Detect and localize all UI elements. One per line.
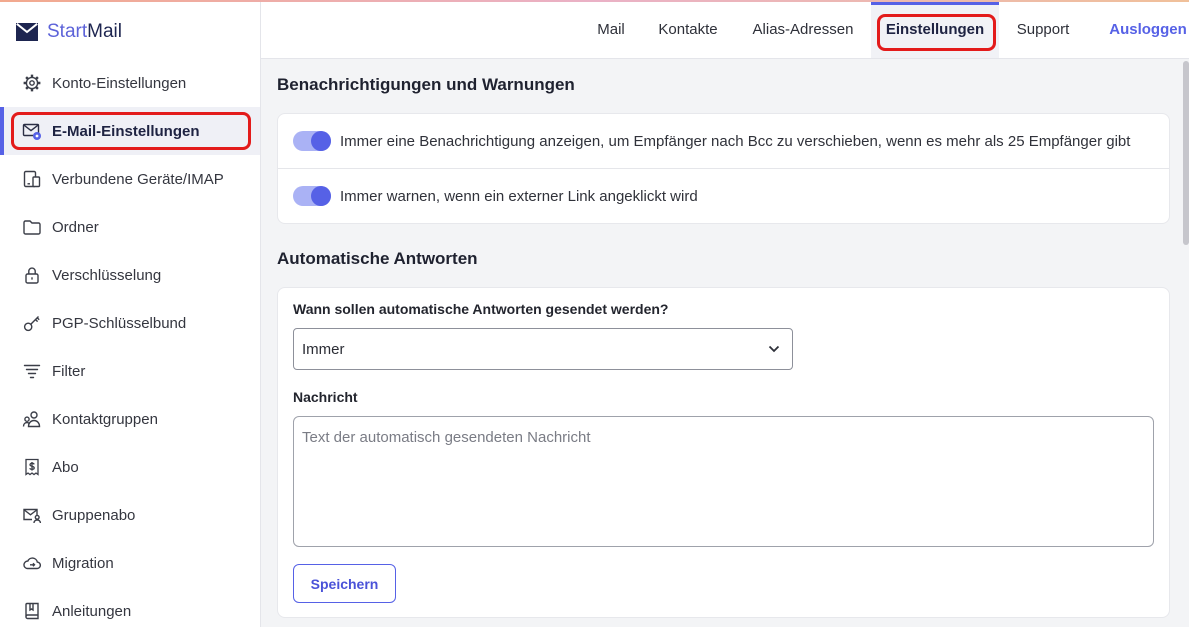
gear-icon: [22, 73, 42, 93]
sidebar-item-verschluesselung[interactable]: Verschlüsselung: [0, 251, 260, 299]
nav-einstellungen[interactable]: Einstellungen: [871, 0, 999, 58]
logout-label: Ausloggen: [1109, 20, 1187, 38]
nav-label: Alias-Adressen: [752, 20, 854, 38]
mail-settings-icon: [22, 121, 42, 141]
scrollbar-thumb[interactable]: [1183, 61, 1189, 245]
devices-icon: [22, 169, 42, 189]
sidebar-item-label: Verbundene Geräte/IMAP: [52, 170, 224, 188]
sidebar-item-anleitungen[interactable]: Anleitungen: [0, 587, 260, 627]
sidebar-item-label: Migration: [52, 554, 114, 572]
startmail-logo[interactable]: StartMail: [16, 18, 122, 46]
settings-content: Benachrichtigungen und Warnungen Immer e…: [261, 59, 1189, 627]
toggle-label: Immer warnen, wenn ein externer Link ang…: [340, 187, 698, 205]
nav-label: Kontakte: [658, 20, 718, 38]
sidebar-item-email-einstellungen[interactable]: E-Mail-Einstellungen: [0, 107, 260, 155]
nav-mail[interactable]: Mail: [581, 0, 641, 58]
nav-label: Support: [1016, 20, 1070, 38]
nav-support[interactable]: Support: [1008, 0, 1078, 58]
cloud-migration-icon: [22, 553, 42, 573]
toggle-label: Immer eine Benachrichtigung anzeigen, um…: [340, 132, 1131, 150]
sidebar-item-kontaktgruppen[interactable]: Kontaktgruppen: [0, 395, 260, 443]
key-icon: [22, 313, 42, 333]
sidebar-item-label: Konto-Einstellungen: [52, 74, 187, 92]
save-button[interactable]: Speichern: [293, 564, 396, 603]
select-value: Immer: [302, 340, 345, 358]
sidebar-item-pgp-schluesselbund[interactable]: PGP-Schlüsselbund: [0, 299, 260, 347]
toggle-knob: [311, 131, 331, 151]
sidebar-item-label: Abo: [52, 458, 79, 476]
autoreply-when-select[interactable]: Immer: [293, 328, 793, 370]
nav-kontakte[interactable]: Kontakte: [650, 0, 726, 58]
sidebar-item-gruppenabo[interactable]: Gruppenabo: [0, 491, 260, 539]
logout-link[interactable]: Ausloggen: [1108, 0, 1188, 58]
sidebar-item-label: Kontaktgruppen: [52, 410, 158, 428]
receipt-icon: [22, 457, 42, 477]
sidebar: StartMail Konto-Einstellungen E-Mail-Ein…: [0, 0, 261, 627]
sidebar-item-label: Anleitungen: [52, 602, 132, 620]
sidebar-item-label: Filter: [52, 362, 86, 380]
external-link-warning-toggle[interactable]: [293, 186, 331, 206]
nav-label: Mail: [597, 20, 625, 38]
toggle-row-bcc-notification: Immer eine Benachrichtigung anzeigen, um…: [278, 114, 1169, 169]
lock-icon: [22, 265, 42, 285]
contact-group-icon: [22, 409, 42, 429]
group-mail-icon: [22, 505, 42, 525]
top-accent-bar: [0, 0, 1189, 2]
nav-label: Einstellungen: [885, 20, 985, 38]
sidebar-item-ordner[interactable]: Ordner: [0, 203, 260, 251]
section-title-autoreply: Automatische Antworten: [277, 249, 478, 268]
autoreply-message-label: Nachricht: [293, 389, 358, 405]
autoreply-when-label: Wann sollen automatische Antworten gesen…: [293, 301, 669, 317]
section-title-notifications: Benachrichtigungen und Warnungen: [277, 75, 575, 94]
sidebar-item-abo[interactable]: Abo: [0, 443, 260, 491]
logo-text-mail: Mail: [87, 21, 122, 42]
nav-alias-adressen[interactable]: Alias-Adressen: [743, 0, 863, 58]
logo-text-start: Start: [47, 21, 88, 42]
sidebar-item-verbundene-geraete[interactable]: Verbundene Geräte/IMAP: [0, 155, 260, 203]
sidebar-item-filter[interactable]: Filter: [0, 347, 260, 395]
toggle-row-external-link-warning: Immer warnen, wenn ein externer Link ang…: [278, 169, 1169, 223]
autoreply-card: Wann sollen automatische Antworten gesen…: [277, 287, 1170, 618]
top-navigation: Mail Kontakte Alias-Adressen Einstellung…: [261, 0, 1189, 59]
envelope-logo-icon: [16, 23, 38, 41]
sidebar-item-migration[interactable]: Migration: [0, 539, 260, 587]
book-icon: [22, 601, 42, 621]
sidebar-item-label: E-Mail-Einstellungen: [52, 122, 200, 140]
folder-icon: [22, 217, 42, 237]
toggle-knob: [311, 186, 331, 206]
autoreply-message-textarea[interactable]: [293, 416, 1154, 547]
logo-text: StartMail: [47, 18, 122, 46]
sidebar-item-label: Gruppenabo: [52, 506, 136, 524]
settings-nav: Konto-Einstellungen E-Mail-Einstellungen…: [0, 59, 260, 627]
sidebar-item-label: Verschlüsselung: [52, 266, 162, 284]
bcc-notification-toggle[interactable]: [293, 131, 331, 151]
sidebar-item-label: PGP-Schlüsselbund: [52, 314, 187, 332]
chevron-down-icon: [768, 345, 780, 353]
sidebar-item-konto-einstellungen[interactable]: Konto-Einstellungen: [0, 59, 260, 107]
filter-icon: [22, 361, 42, 381]
notifications-card: Immer eine Benachrichtigung anzeigen, um…: [277, 113, 1170, 224]
sidebar-item-label: Ordner: [52, 218, 99, 236]
